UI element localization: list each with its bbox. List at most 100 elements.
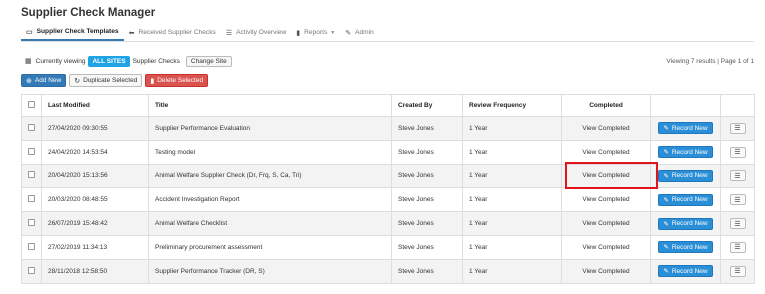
list-icon: ☰: [734, 220, 741, 228]
list-icon: ☰: [734, 172, 741, 180]
record-cell: ✎ Record New: [650, 211, 721, 236]
cell-review-frequency: 1 Year: [462, 234, 562, 260]
record-new-button[interactable]: ✎ Record New: [658, 146, 713, 159]
record-new-button[interactable]: ✎ Record New: [658, 241, 713, 254]
app-title: Supplier Check Manager: [21, 7, 156, 19]
view-completed-link[interactable]: View Completed: [561, 163, 651, 189]
header-review-frequency[interactable]: Review Frequency: [462, 94, 562, 117]
delete-selected-button[interactable]: ▮ Delete Selected: [145, 74, 209, 87]
table-row: 28/11/2018 12:58:50 Supplier Performance …: [21, 258, 755, 284]
record-new-label: Record New: [671, 243, 708, 251]
record-new-label: Record New: [671, 148, 708, 156]
row-menu-button[interactable]: ☰: [729, 146, 746, 158]
row-checkbox[interactable]: [21, 139, 42, 165]
duplicate-selected-button[interactable]: ↻ Duplicate Selected: [69, 74, 143, 87]
cell-last-modified: 20/04/2020 15:13:56: [41, 163, 149, 189]
menu-cell: ☰: [720, 211, 755, 236]
record-new-label: Record New: [671, 220, 708, 228]
table-row: 26/07/2019 15:48:42 Animal Welfare Checkl…: [21, 211, 755, 236]
record-new-button[interactable]: ✎ Record New: [658, 169, 713, 182]
row-checkbox[interactable]: [21, 258, 42, 284]
cell-last-modified: 26/07/2019 15:48:42: [41, 211, 149, 236]
wrench-icon: ✎: [345, 29, 352, 37]
all-sites-badge: ALL SITES: [88, 55, 130, 67]
cell-title[interactable]: Supplier Performance Tracker (DR, S): [148, 258, 392, 284]
cell-last-modified: 28/11/2018 12:58:50: [41, 258, 149, 284]
arrow-left-icon: ⬅: [128, 29, 135, 37]
list-icon: ☰: [734, 244, 741, 252]
site-prefix: Currently viewing: [35, 57, 86, 65]
cell-title[interactable]: Animal Welfare Supplier Check (Dr, Frq, …: [148, 163, 392, 189]
row-checkbox[interactable]: [21, 187, 42, 213]
cell-created-by: Steve Jones: [391, 258, 463, 284]
record-new-label: Record New: [671, 196, 708, 204]
view-completed-link[interactable]: View Completed: [561, 234, 651, 260]
menu-cell: ☰: [720, 163, 755, 189]
table-header-row: Last Modified Title Created By Review Fr…: [21, 94, 755, 117]
inbox-icon: ▭: [26, 28, 33, 36]
duplicate-label: Duplicate Selected: [83, 77, 138, 84]
record-new-button[interactable]: ✎ Record New: [658, 193, 713, 206]
row-menu-button[interactable]: ☰: [729, 194, 746, 206]
row-checkbox[interactable]: [21, 163, 42, 189]
row-checkbox[interactable]: [21, 116, 42, 141]
cell-title[interactable]: Testing model: [148, 139, 392, 165]
header-last-modified[interactable]: Last Modified: [41, 94, 149, 117]
view-completed-link[interactable]: View Completed: [561, 187, 651, 213]
row-checkbox[interactable]: [21, 234, 42, 260]
delete-label: Delete Selected: [157, 77, 204, 84]
tab-label: Received Supplier Checks: [138, 29, 216, 36]
refresh-icon: ↻: [74, 77, 81, 85]
cell-last-modified: 27/04/2020 09:30:55: [41, 116, 149, 141]
tab-admin[interactable]: ✎ Admin: [340, 24, 379, 41]
add-new-button[interactable]: ⊕ Add New: [21, 74, 67, 87]
cell-title[interactable]: Preliminary procurement assessment: [148, 234, 392, 260]
cell-created-by: Steve Jones: [391, 163, 463, 189]
menu-cell: ☰: [720, 258, 755, 284]
cell-review-frequency: 1 Year: [462, 163, 562, 189]
tab-reports[interactable]: ▮ Reports ▼: [291, 24, 340, 41]
tab-label: Admin: [355, 29, 374, 36]
view-completed-link[interactable]: View Completed: [561, 211, 651, 236]
list-icon: ☰: [734, 149, 741, 157]
row-menu-button[interactable]: ☰: [729, 218, 746, 230]
cell-review-frequency: 1 Year: [462, 139, 562, 165]
tab-activity-overview[interactable]: ☰ Activity Overview: [221, 24, 291, 41]
tab-received-supplier-checks[interactable]: ⬅ Received Supplier Checks: [124, 24, 221, 41]
change-site-button[interactable]: Change Site: [185, 55, 232, 67]
record-cell: ✎ Record New: [650, 116, 721, 141]
cell-last-modified: 24/04/2020 14:53:54: [41, 139, 149, 165]
record-new-button[interactable]: ✎ Record New: [658, 122, 713, 135]
view-completed-link[interactable]: View Completed: [561, 116, 651, 141]
record-new-label: Record New: [671, 172, 708, 180]
results-summary: Viewing 7 results | Page 1 of 1: [666, 57, 754, 65]
row-menu-button[interactable]: ☰: [729, 170, 746, 182]
view-completed-link[interactable]: View Completed: [561, 258, 651, 284]
cell-review-frequency: 1 Year: [462, 258, 562, 284]
row-menu-button[interactable]: ☰: [729, 122, 746, 134]
cell-created-by: Steve Jones: [391, 211, 463, 236]
record-cell: ✎ Record New: [650, 258, 721, 284]
cell-review-frequency: 1 Year: [462, 116, 562, 141]
record-new-button[interactable]: ✎ Record New: [658, 265, 713, 278]
select-all-checkbox[interactable]: [21, 94, 42, 117]
header-created-by[interactable]: Created By: [391, 94, 463, 117]
action-toolbar: ⊕ Add New ↻ Duplicate Selected ▮ Delete …: [21, 74, 209, 87]
cell-title[interactable]: Accident Investigation Report: [148, 187, 392, 213]
table-row: 20/04/2020 15:13:56 Animal Welfare Suppli…: [21, 163, 755, 189]
menu-cell: ☰: [720, 234, 755, 260]
tab-supplier-check-templates[interactable]: ▭ Supplier Check Templates: [21, 24, 124, 41]
view-completed-link[interactable]: View Completed: [561, 139, 651, 165]
row-checkbox[interactable]: [21, 211, 42, 236]
list-icon: ☰: [734, 125, 741, 133]
cell-title[interactable]: Animal Welfare Checklist: [148, 211, 392, 236]
list-icon: ☰: [734, 196, 741, 204]
record-cell: ✎ Record New: [650, 187, 721, 213]
cell-last-modified: 20/03/2020 08:48:55: [41, 187, 149, 213]
row-menu-button[interactable]: ☰: [729, 265, 746, 277]
cell-title[interactable]: Supplier Performance Evaluation: [148, 116, 392, 141]
table-row: 27/04/2020 09:30:55 Supplier Performance …: [21, 116, 755, 141]
row-menu-button[interactable]: ☰: [729, 241, 746, 253]
record-new-button[interactable]: ✎ Record New: [658, 217, 713, 230]
header-title[interactable]: Title: [148, 94, 392, 117]
